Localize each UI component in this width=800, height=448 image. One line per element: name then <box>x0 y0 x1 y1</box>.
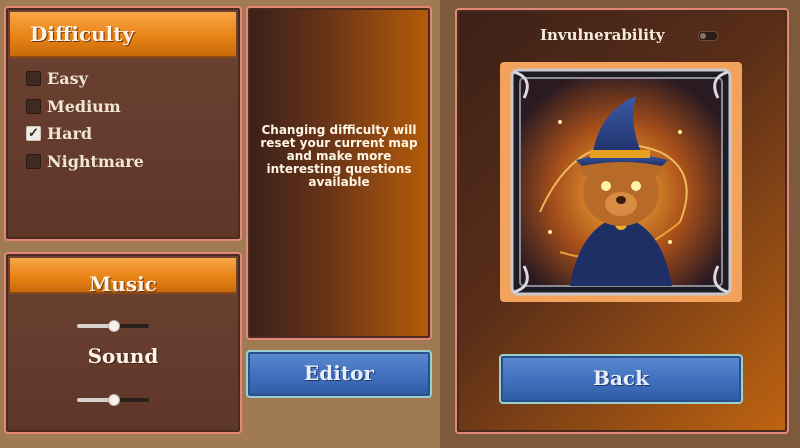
wizard-bear-portrait-icon <box>510 68 732 296</box>
option-label-medium: Medium <box>47 96 121 116</box>
checkbox-medium[interactable] <box>26 98 41 114</box>
music-title: Music <box>89 272 157 296</box>
option-label-easy: Easy <box>47 68 88 88</box>
sound-slider-handle[interactable] <box>108 394 120 406</box>
audio-panel: Music <box>4 252 242 434</box>
character-card <box>500 62 742 302</box>
difficulty-title: Difficulty <box>30 22 135 46</box>
option-label-hard: Hard <box>47 123 93 143</box>
editor-button-label: Editor <box>304 361 374 385</box>
difficulty-option-medium[interactable]: Medium <box>26 96 121 116</box>
editor-button[interactable]: Editor <box>246 350 432 398</box>
back-button-label: Back <box>593 366 649 390</box>
difficulty-option-easy[interactable]: Easy <box>26 68 88 88</box>
back-button[interactable]: Back <box>499 354 743 404</box>
difficulty-header: Difficulty <box>10 12 236 58</box>
difficulty-info-text: Changing difficulty will reset your curr… <box>260 123 418 189</box>
difficulty-option-hard[interactable]: ✓ Hard <box>26 123 92 143</box>
checkbox-nightmare[interactable] <box>26 153 41 169</box>
sound-slider[interactable] <box>77 394 149 406</box>
music-slider[interactable] <box>77 320 149 332</box>
music-slider-handle[interactable] <box>108 320 120 332</box>
music-header: Music <box>10 258 236 296</box>
invulnerability-label: Invulnerability <box>540 26 665 44</box>
checkbox-easy[interactable] <box>26 70 41 86</box>
checkbox-hard[interactable]: ✓ <box>26 125 41 141</box>
invulnerability-toggle-knob <box>700 33 706 39</box>
invulnerability-toggle[interactable] <box>698 31 718 41</box>
sound-title: Sound <box>87 344 159 368</box>
difficulty-option-nightmare[interactable]: Nightmare <box>26 151 144 171</box>
option-label-nightmare: Nightmare <box>47 151 144 171</box>
